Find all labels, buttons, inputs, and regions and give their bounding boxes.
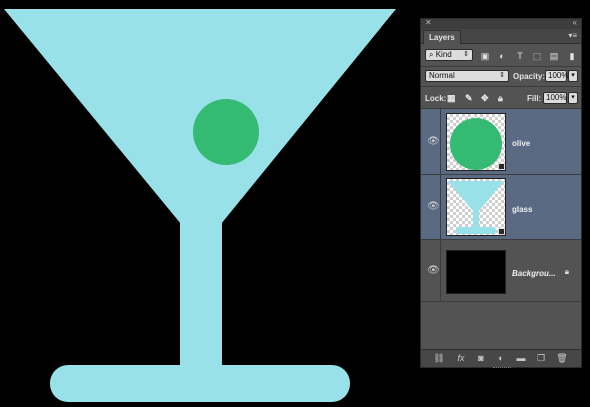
chevron-down-icon: ▾: [571, 72, 575, 79]
smart-object-badge-icon: [498, 228, 505, 235]
opacity-label: Opacity:: [513, 72, 546, 81]
visibility-toggle[interactable]: 👁︎: [424, 240, 441, 301]
fill-field[interactable]: 100%: [543, 92, 567, 104]
glass-stem: [180, 220, 222, 375]
layer-name[interactable]: glass: [512, 205, 532, 214]
lock-label: Lock:: [425, 94, 447, 103]
fx-icon[interactable]: fx: [455, 353, 467, 364]
panel-resize-grip[interactable]: [493, 367, 511, 370]
lock-paint-icon[interactable]: ✎: [465, 93, 473, 104]
close-panel-icon[interactable]: ✕: [425, 18, 432, 27]
eye-icon: 👁︎: [427, 264, 440, 276]
fill-value: 100%: [546, 93, 567, 102]
olive-thumbnail-art: [450, 118, 502, 170]
trash-icon[interactable]: 🗑︎: [556, 353, 568, 364]
layer-name[interactable]: olive: [512, 139, 530, 148]
adjustment-layer-icon[interactable]: ◐: [495, 353, 507, 364]
opacity-dropdown-button[interactable]: ▾: [568, 70, 578, 82]
blend-mode-select[interactable]: Normal ⇕: [425, 70, 509, 82]
chevron-down-icon: ▾: [571, 94, 575, 101]
lock-pixels-icon[interactable]: ▦: [447, 93, 456, 104]
panel-title-bar[interactable]: ✕ «: [421, 18, 581, 29]
kind-filter-select[interactable]: ⌕ Kind ⇕: [425, 49, 473, 61]
fill-dropdown-button[interactable]: ▾: [568, 92, 578, 104]
new-layer-icon[interactable]: ❐: [535, 353, 547, 364]
type-filter-icon[interactable]: T: [514, 50, 526, 62]
image-filter-icon[interactable]: ▣: [479, 50, 491, 62]
eye-icon: 👁︎: [427, 135, 440, 147]
canvas[interactable]: [0, 0, 418, 407]
kind-filter-label: Kind: [435, 50, 452, 59]
layer-thumbnail: [446, 113, 506, 171]
layer-row-olive[interactable]: 👁︎ olive: [421, 109, 581, 175]
chevron-updown-icon: ⇕: [463, 51, 469, 58]
group-icon[interactable]: ▬: [515, 353, 527, 364]
lock-position-icon[interactable]: ✥: [481, 93, 489, 104]
search-icon: ⌕: [429, 50, 434, 59]
layers-panel: ✕ « Layers ▾≡ ⌕ Kind ⇕ ▣ ◐ T ⬚ ▤ ▮ Norma…: [420, 18, 582, 368]
fill-label: Fill:: [527, 94, 542, 103]
glass-base: [50, 365, 350, 402]
layer-row-glass[interactable]: 👁︎ glass: [421, 175, 581, 240]
olive-shape: [193, 99, 259, 165]
tab-layers[interactable]: Layers: [423, 30, 461, 44]
shape-filter-icon[interactable]: ⬚: [531, 50, 543, 62]
smart-object-filter-icon[interactable]: ▤: [548, 50, 560, 62]
opacity-value: 100%: [548, 71, 569, 80]
panel-tab-row: Layers ▾≡: [421, 29, 581, 44]
smart-object-badge-icon: [498, 163, 505, 170]
eye-icon: 👁︎: [427, 201, 440, 212]
layer-name[interactable]: Backgrou...: [512, 269, 556, 278]
mask-icon[interactable]: ◙: [475, 353, 487, 364]
layer-thumbnail: [446, 178, 506, 236]
layer-row-background[interactable]: 👁︎ Backgrou... 🔒︎: [421, 240, 581, 302]
layer-lock-icon: 🔒︎: [564, 267, 569, 276]
chevron-updown-icon: ⇕: [499, 72, 505, 79]
opacity-field[interactable]: 100%: [545, 70, 569, 82]
visibility-toggle[interactable]: 👁︎: [424, 175, 441, 239]
filter-toggle-icon[interactable]: ▮: [566, 50, 578, 62]
lock-all-icon[interactable]: 🔒︎: [498, 93, 503, 104]
divider: [421, 86, 581, 87]
link-layers-icon[interactable]: ⛓: [433, 353, 445, 364]
glass-thumbnail-art: [448, 181, 504, 234]
panel-footer: ⛓ fx ◙ ◐ ▬ ❐ 🗑︎: [421, 349, 581, 370]
visibility-toggle[interactable]: 👁︎: [424, 109, 441, 174]
collapse-panel-icon[interactable]: «: [573, 18, 577, 27]
adjustment-filter-icon[interactable]: ◐: [496, 50, 508, 62]
panel-menu-icon[interactable]: ▾≡: [568, 31, 577, 40]
blend-mode-value: Normal: [429, 71, 455, 80]
divider: [421, 66, 581, 67]
layer-thumbnail: [446, 250, 506, 294]
